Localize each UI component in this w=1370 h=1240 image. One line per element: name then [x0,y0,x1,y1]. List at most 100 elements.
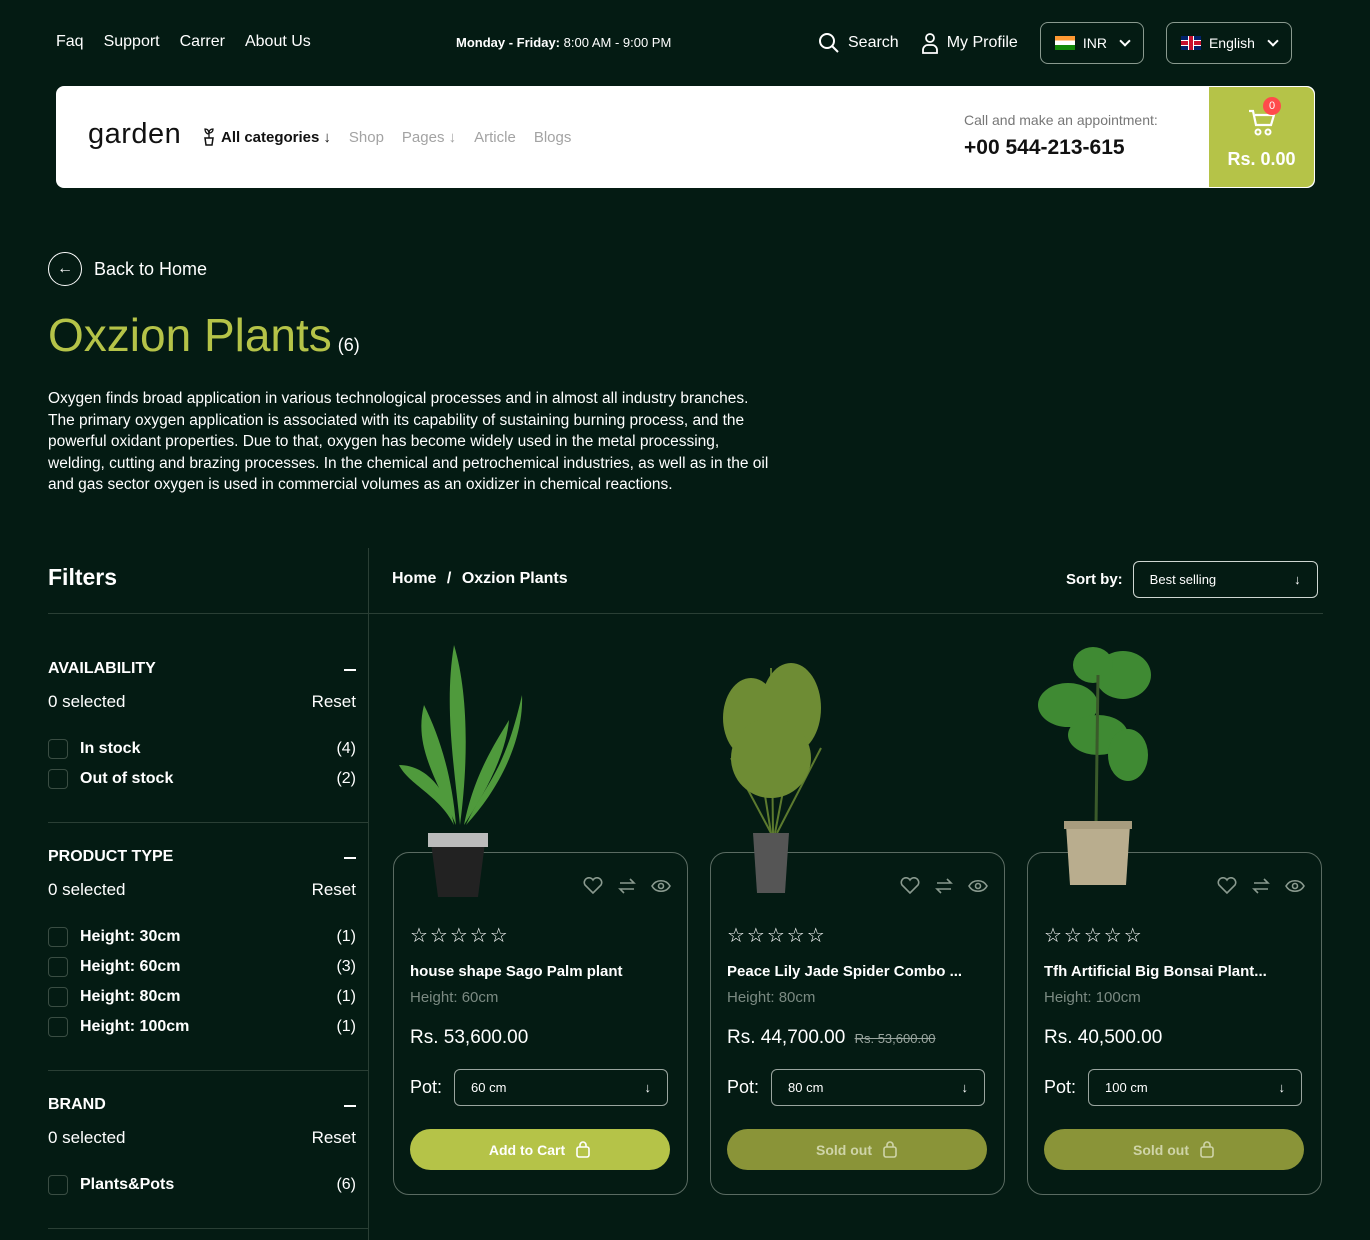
pot-selector: Pot: 100 cm ↓ [1044,1069,1303,1106]
bag-icon [576,1140,590,1158]
search-icon [819,33,839,53]
product-name[interactable]: Tfh Artificial Big Bonsai Plant... [1044,963,1309,980]
profile-button[interactable]: My Profile [921,32,1018,54]
product-card[interactable]: ☆☆☆☆☆ Tfh Artificial Big Bonsai Plant...… [1027,647,1322,1195]
opening-hours: Monday - Friday: 8:00 AM - 9:00 PM [456,35,671,50]
eye-icon[interactable] [1285,877,1305,895]
sort-select[interactable]: Best selling ↓ [1132,561,1318,598]
search-button[interactable]: Search [818,32,899,54]
heart-icon[interactable] [1217,877,1237,895]
bag-icon [883,1140,897,1158]
nav-blogs[interactable]: Blogs [534,129,572,146]
collapse-minus-icon[interactable] [344,669,356,671]
sold-out-button[interactable]: Sold out [727,1129,987,1170]
product-price: Rs. 53,600.00 [410,1027,528,1049]
pot-label: Pot: [410,1077,443,1097]
checkbox[interactable] [48,1017,68,1037]
filter-option-plants-pots[interactable]: Plants&Pots (6) [48,1170,356,1200]
page-title: Oxzion Plants (6) [48,308,360,362]
reset-button[interactable]: Reset [312,880,356,900]
checkbox[interactable] [48,769,68,789]
old-price: Rs. 53,600.00 [854,1031,936,1046]
compare-icon[interactable] [934,877,954,895]
option-label: Out of stock [80,770,174,787]
heart-icon[interactable] [583,877,603,895]
top-right-actions: Search My Profile INR English [818,22,1292,64]
selected-count: 0 selected [48,1128,126,1147]
all-categories-menu[interactable]: All categories ↓ [201,128,331,146]
chevron-down-icon [1267,35,1279,47]
product-image[interactable] [1028,635,1168,900]
filter-group-product-type: PRODUCT TYPE 0 selected Reset Height: 30c… [48,848,356,1042]
site-logo[interactable]: garden [88,118,181,151]
option-label: Height: 60cm [80,958,181,975]
checkbox[interactable] [48,739,68,759]
main-navbar: garden All categories ↓ Shop Pages ↓ Art… [56,86,1315,188]
checkbox[interactable] [48,987,68,1007]
arrow-down-icon: ↓ [1294,572,1301,587]
option-label: Height: 30cm [80,928,181,945]
divider [369,613,1323,614]
filters-sidebar: Filters AVAILABILITY 0 selected Reset In … [48,548,368,1240]
product-card[interactable]: ☆☆☆☆☆ house shape Sago Palm plant Height… [393,645,688,1195]
cart-button[interactable]: 0 Rs. 0.00 [1209,87,1314,187]
filter-option-height-80[interactable]: Height: 80cm (1) [48,982,356,1012]
product-price: Rs. 44,700.00 Rs. 53,600.00 [727,1027,936,1049]
compare-icon[interactable] [617,877,637,895]
rating-stars: ☆☆☆☆☆ [410,925,510,947]
reset-button[interactable]: Reset [312,692,356,712]
top-bar: Faq Support Carrer About Us Monday - Fri… [0,0,1370,86]
link-support[interactable]: Support [104,33,160,51]
breadcrumb-home[interactable]: Home [392,570,436,587]
filter-option-out-of-stock[interactable]: Out of stock (2) [48,764,356,794]
product-card[interactable]: ☆☆☆☆☆ Peace Lily Jade Spider Combo ... H… [710,663,1005,1195]
collapse-minus-icon[interactable] [344,1105,356,1107]
currency-select[interactable]: INR [1039,22,1144,64]
rating-stars: ☆☆☆☆☆ [727,925,827,947]
option-label: In stock [80,740,141,757]
pot-select[interactable]: 100 cm ↓ [1088,1069,1303,1106]
link-about-us[interactable]: About Us [245,33,311,51]
option-label: Height: 100cm [80,1018,190,1035]
filter-group-brand: BRAND 0 selected Reset Plants&Pots (6) [48,1096,356,1200]
filter-group-title: AVAILABILITY [48,660,156,677]
reset-button[interactable]: Reset [312,1128,356,1148]
checkbox[interactable] [48,927,68,947]
nav-pages-label: Pages [401,128,445,146]
link-faq[interactable]: Faq [56,33,84,51]
chevron-down-icon [1119,35,1131,47]
eye-icon[interactable] [651,877,671,895]
nav-pages[interactable]: Pages ↓ [402,129,456,146]
filter-option-height-100[interactable]: Height: 100cm (1) [48,1012,356,1042]
phone-number[interactable]: +00 544-213-615 [964,136,1158,160]
filter-option-height-60[interactable]: Height: 60cm (3) [48,952,356,982]
plant-icon [204,128,214,146]
sold-out-button[interactable]: Sold out [1044,1129,1304,1170]
filter-option-in-stock[interactable]: In stock (4) [48,734,356,764]
breadcrumb: Home / Oxzion Plants [392,570,568,588]
option-count: (4) [336,740,356,757]
eye-icon[interactable] [968,877,988,895]
link-carrer[interactable]: Carrer [180,33,225,51]
pot-select[interactable]: 80 cm ↓ [771,1069,986,1106]
product-name[interactable]: Peace Lily Jade Spider Combo ... [727,963,992,980]
compare-icon[interactable] [1251,877,1271,895]
checkbox[interactable] [48,1175,68,1195]
nav-article[interactable]: Article [474,129,516,146]
filter-option-height-30[interactable]: Height: 30cm (1) [48,922,356,952]
back-to-home-link[interactable]: ← Back to Home [48,252,207,286]
language-select[interactable]: English [1165,22,1292,64]
product-image[interactable] [711,648,841,898]
collapse-minus-icon[interactable] [344,857,356,859]
sort-label: Sort by: [1066,571,1123,588]
checkbox[interactable] [48,957,68,977]
pot-select[interactable]: 60 cm ↓ [454,1069,669,1106]
heart-icon[interactable] [900,877,920,895]
product-image[interactable] [394,635,534,905]
pot-label: Pot: [1044,1077,1077,1097]
nav-shop[interactable]: Shop [349,129,384,146]
add-to-cart-button[interactable]: Add to Cart [410,1129,670,1170]
product-name[interactable]: house shape Sago Palm plant [410,963,675,980]
option-label: Plants&Pots [80,1176,175,1193]
button-label: Add to Cart [488,1141,566,1158]
